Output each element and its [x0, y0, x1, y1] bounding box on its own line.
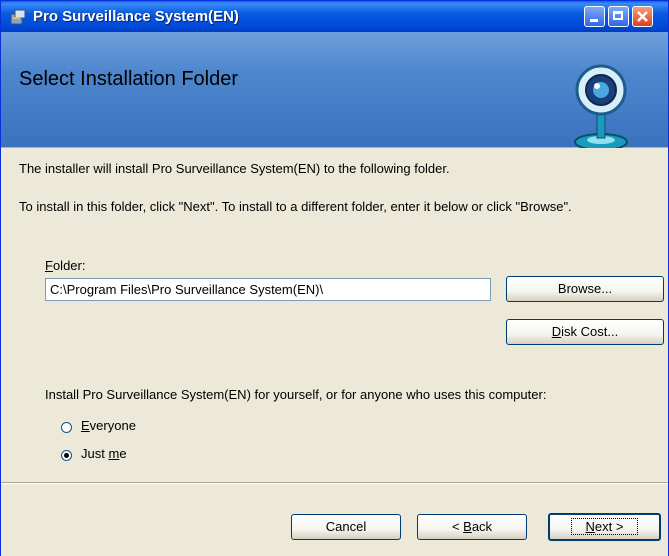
next-button[interactable]: Next >: [548, 513, 661, 541]
disk-cost-rest: isk Cost...: [561, 324, 619, 339]
radio-everyone-mnemonic: E: [81, 418, 90, 433]
header-banner: Select Installation Folder: [1, 32, 668, 151]
folder-label-mnemonic: F: [45, 258, 53, 273]
next-rest: ext >: [594, 519, 624, 534]
maximize-button[interactable]: [608, 6, 629, 27]
radio-just-me-label[interactable]: Just me: [81, 446, 127, 461]
next-mnemonic: N: [585, 519, 595, 534]
title-bar[interactable]: Pro Surveillance System(EN): [1, 1, 668, 32]
installer-window: Pro Surveillance System(EN) Select Insta…: [0, 0, 669, 556]
radio-just-me-prefix: Just: [81, 446, 109, 461]
minimize-button[interactable]: [584, 6, 605, 27]
installer-app-icon: [10, 9, 26, 25]
webcam-logo-icon: [574, 64, 628, 151]
window-title: Pro Surveillance System(EN): [33, 8, 239, 25]
page-title: Select Installation Folder: [19, 68, 239, 90]
back-mnemonic: B: [463, 519, 472, 534]
folder-label: Folder:: [45, 258, 85, 273]
browse-button[interactable]: Browse...: [506, 276, 664, 302]
radio-everyone-rest: veryone: [89, 418, 136, 433]
close-icon: [637, 11, 648, 22]
back-button[interactable]: < Back: [417, 514, 527, 540]
folder-label-rest: older:: [52, 258, 86, 273]
radio-just-me-mnemonic: m: [108, 446, 120, 461]
radio-just-me[interactable]: [61, 450, 72, 461]
close-button[interactable]: [632, 6, 653, 27]
folder-path-input[interactable]: [45, 278, 491, 301]
back-rest: ack: [471, 519, 493, 534]
disk-cost-mnemonic: D: [551, 324, 562, 339]
intro-text-line1: The installer will install Pro Surveilla…: [19, 161, 450, 176]
intro-text-line2: To install in this folder, click "Next".…: [19, 199, 572, 214]
disk-cost-button[interactable]: Disk Cost...: [506, 319, 664, 345]
next-button-focus: Next >: [570, 518, 639, 535]
back-prefix: <: [451, 519, 464, 534]
radio-everyone[interactable]: [61, 422, 72, 433]
install-for-text: Install Pro Surveillance System(EN) for …: [45, 387, 547, 402]
radio-everyone-label[interactable]: Everyone: [81, 418, 136, 433]
cancel-button[interactable]: Cancel: [291, 514, 401, 540]
radio-just-me-rest: e: [119, 446, 127, 461]
